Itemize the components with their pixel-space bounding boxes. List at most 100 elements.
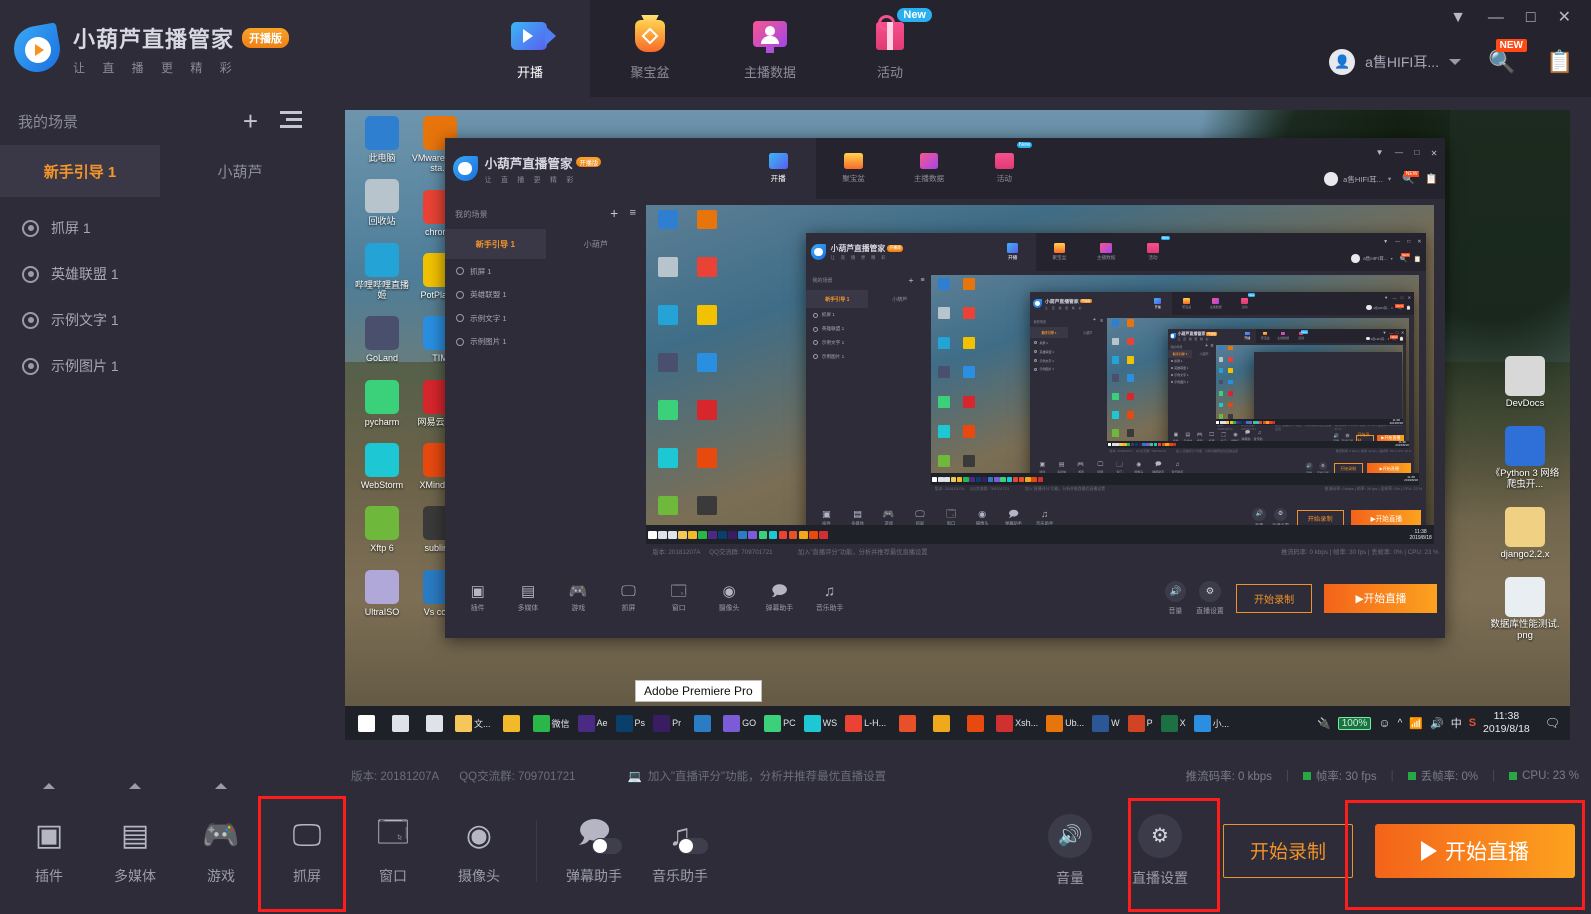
eye-icon[interactable] [22, 219, 39, 237]
nested-list-item[interactable]: 英雄联盟 1 [445, 283, 646, 307]
nested-scene-tab[interactable]: 小葫芦 [546, 229, 647, 259]
chevron-down-icon[interactable] [1449, 59, 1461, 65]
nested-nav-item[interactable]: 聚宝盆 [1256, 329, 1274, 344]
desktop-icon[interactable] [933, 425, 956, 438]
nested-windows-taskbar[interactable]: 11:38 2019/8/18 [1215, 418, 1404, 426]
desktop-icon[interactable] [1108, 410, 1122, 419]
taskbar-item[interactable] [1134, 442, 1139, 447]
desktop-icon[interactable] [1226, 413, 1235, 419]
desktop-icon[interactable] [1108, 356, 1122, 364]
nav-item-anchor-data[interactable]: 主播数据 [710, 0, 830, 97]
clipboard-icon[interactable]: 📋 [1414, 255, 1422, 263]
desktop-icon[interactable] [1226, 345, 1235, 351]
tool-game[interactable]: 🎮 游戏 [178, 782, 264, 907]
taskbar-item[interactable] [963, 476, 969, 483]
taskbar-item[interactable]: Ub... [1042, 706, 1088, 740]
taskbar-item[interactable] [1037, 476, 1044, 483]
taskbar-item[interactable] [1216, 420, 1220, 424]
desktop-icon[interactable] [688, 209, 726, 230]
nested-list-item[interactable]: 示例文字 1 [806, 336, 931, 350]
eye-icon[interactable] [1034, 341, 1038, 345]
desktop-icon[interactable] [649, 448, 687, 468]
nested-windows-taskbar[interactable]: 11:38 2019/8/18 [1107, 440, 1410, 448]
desktop-icon[interactable] [688, 304, 726, 325]
nested-list-item[interactable]: 英雄联盟 1 [1030, 347, 1107, 356]
taskbar-item[interactable]: Pr [649, 706, 685, 740]
nested-list-item[interactable]: 抓屏 1 [1030, 338, 1107, 347]
nested-nav-item[interactable]: New 活动 [1130, 233, 1177, 271]
network-icon[interactable]: 📶 [1409, 717, 1423, 730]
desktop-icon[interactable]: 此电脑 [353, 116, 411, 163]
nested-list-item[interactable]: 示例图片 1 [1168, 378, 1216, 385]
nested-app-window-1[interactable]: 小葫芦直播管家 开播版让 直 播 更 精 彩开播 聚宝盆 主播数据 New 活动 ▼ — □ ✕ a… [445, 138, 1445, 638]
minimize-icon[interactable]: — [1395, 148, 1403, 157]
desktop-icon[interactable] [688, 352, 726, 373]
nested-list-item[interactable]: 抓屏 1 [806, 308, 931, 322]
nested-nav-item[interactable]: 主播数据 [1274, 329, 1292, 344]
desktop-icon[interactable] [1123, 337, 1137, 346]
taskbar-item[interactable] [768, 530, 778, 540]
desktop-icon[interactable] [1217, 357, 1226, 362]
avatar[interactable] [1366, 336, 1370, 341]
desktop-icon[interactable] [957, 307, 980, 320]
chevron-down-icon[interactable]: ▾ [1391, 256, 1393, 261]
add-scene-button[interactable]: + [610, 206, 618, 221]
desktop-icon[interactable] [1226, 391, 1235, 396]
taskbar-item[interactable] [1173, 442, 1177, 447]
desktop-icon[interactable] [1217, 413, 1226, 419]
maximize-icon[interactable]: □ [1414, 148, 1419, 157]
tool-webcam[interactable]: ◉ 摄像头 [436, 795, 522, 907]
taskbar-item[interactable]: Ps [612, 706, 650, 740]
action-center-icon[interactable]: 🗨 [1545, 716, 1560, 730]
taskbar-item[interactable] [818, 530, 828, 540]
taskbar-item[interactable] [1157, 442, 1162, 447]
taskbar-item[interactable] [349, 706, 383, 740]
power-icon[interactable]: 🔌 [1317, 717, 1331, 730]
nested-list-item[interactable]: 英雄联盟 1 [806, 322, 931, 336]
desktop-icon[interactable] [1226, 357, 1235, 362]
nested-tool-music-assistant[interactable]: ♫ 音乐助手 [805, 584, 855, 613]
desktop-icon[interactable] [957, 336, 980, 349]
taskbar-item[interactable] [758, 530, 768, 540]
taskbar-item[interactable] [798, 530, 808, 540]
nested-nav-item[interactable]: 聚宝盆 [1036, 233, 1083, 271]
desktop-icon[interactable] [1123, 410, 1137, 419]
taskbar-item[interactable] [1130, 442, 1135, 447]
scene-tab-novice[interactable]: 新手引导 1 [0, 145, 160, 197]
taskbar-item[interactable]: 文... [451, 706, 495, 740]
taskbar-item[interactable] [950, 476, 957, 483]
volume-tool[interactable]: 🔊 音量 [1027, 795, 1113, 907]
taskbar-item[interactable] [1012, 476, 1019, 483]
start-live-button[interactable]: 开始直播 [1375, 823, 1575, 878]
avatar[interactable] [1324, 172, 1339, 187]
taskbar-item[interactable] [994, 476, 1000, 483]
nested-list-item[interactable]: 示例图片 1 [1030, 365, 1107, 374]
toggle-switch[interactable] [678, 837, 708, 854]
nested-scene-tab[interactable]: 新手引导 1 [1168, 350, 1192, 358]
add-scene-button[interactable]: + [908, 276, 913, 285]
desktop-icon[interactable] [933, 395, 956, 409]
nested-list-item[interactable]: 示例文字 1 [1030, 356, 1107, 365]
collapse-icon[interactable]: ▼ [1383, 239, 1388, 245]
nested-nav-item[interactable]: New 活动 [1230, 292, 1259, 315]
desktop-icon[interactable] [933, 307, 956, 320]
maximize-icon[interactable]: □ [1407, 239, 1410, 245]
desktop-icon[interactable] [1108, 392, 1122, 401]
eye-icon[interactable] [22, 311, 39, 329]
desktop-icon[interactable] [649, 400, 687, 420]
desktop-icon[interactable]: pycharm [353, 379, 411, 427]
taskbar-item[interactable] [718, 530, 728, 540]
nested-app-window-5[interactable] [1253, 351, 1402, 426]
eye-icon[interactable] [456, 266, 465, 276]
taskbar-item[interactable] [931, 476, 938, 483]
nested-start-live-button[interactable]: ▶开始直播 [1367, 463, 1411, 475]
add-scene-button[interactable]: + [1093, 318, 1096, 324]
taskbar-item[interactable] [1249, 420, 1253, 424]
nested-nav-item[interactable]: 主播数据 [891, 138, 966, 199]
tool-danmaku-assistant[interactable]: 🗩 弹幕助手 [551, 795, 637, 907]
nested-nav-item[interactable]: 聚宝盆 [816, 138, 891, 199]
taskbar-item[interactable] [1000, 476, 1006, 483]
desktop-icon[interactable]: 哔哩哔哩直播姬 [353, 242, 411, 301]
taskbar-item[interactable] [648, 530, 657, 540]
search-analytics-icon[interactable]: 🔍NEW [1485, 39, 1527, 79]
